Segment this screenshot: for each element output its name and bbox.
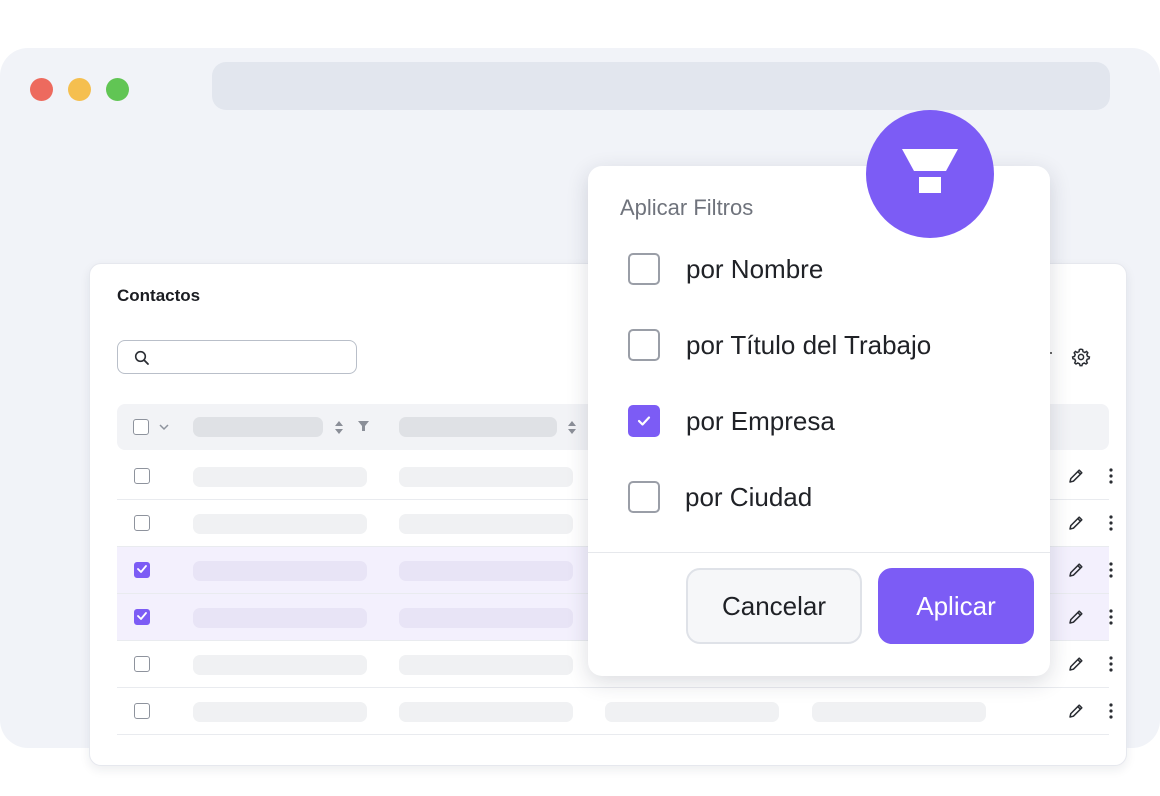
- cell-placeholder: [812, 702, 986, 722]
- cell-placeholder: [399, 655, 573, 675]
- filter-option-label: por Ciudad: [685, 482, 813, 512]
- filter-option-checkbox[interactable]: [628, 481, 660, 513]
- cell-placeholder: [193, 514, 367, 534]
- filter-option-company[interactable]: por Empresa: [628, 405, 1028, 439]
- filter-option-label: por Nombre: [686, 254, 824, 284]
- gear-icon[interactable]: [1071, 347, 1091, 367]
- filter-option-checkbox[interactable]: [628, 253, 660, 285]
- more-vertical-icon[interactable]: [1109, 656, 1113, 672]
- row-checkbox[interactable]: [134, 609, 150, 625]
- popup-title: Aplicar Filtros: [620, 195, 754, 220]
- sort-icon[interactable]: [567, 420, 577, 435]
- cell-placeholder: [605, 702, 779, 722]
- filter-icon[interactable]: [358, 421, 369, 432]
- edit-icon[interactable]: [1067, 467, 1085, 485]
- apply-button[interactable]: Aplicar: [878, 568, 1034, 644]
- filter-option-label: por Título del Trabajo: [686, 330, 932, 360]
- more-vertical-icon[interactable]: [1109, 468, 1113, 484]
- column-header-1[interactable]: [193, 417, 323, 437]
- search-input[interactable]: [117, 340, 357, 374]
- row-checkbox[interactable]: [134, 562, 150, 578]
- cell-placeholder: [399, 702, 573, 722]
- cell-placeholder: [193, 702, 367, 722]
- cell-placeholder: [399, 561, 573, 581]
- window-minimize-button[interactable]: [68, 78, 91, 101]
- more-vertical-icon[interactable]: [1109, 609, 1113, 625]
- address-bar[interactable]: [212, 62, 1110, 110]
- column-header-2[interactable]: [399, 417, 557, 437]
- window-close-button[interactable]: [30, 78, 53, 101]
- row-checkbox[interactable]: [134, 656, 150, 672]
- check-icon: [137, 612, 147, 620]
- edit-icon[interactable]: [1067, 561, 1085, 579]
- filter-badge: [866, 110, 994, 238]
- row-checkbox[interactable]: [134, 515, 150, 531]
- filter-icon: [902, 149, 958, 193]
- edit-icon[interactable]: [1067, 702, 1085, 720]
- row-checkbox[interactable]: [134, 703, 150, 719]
- popup-divider: [588, 552, 1050, 553]
- more-vertical-icon[interactable]: [1109, 703, 1113, 719]
- filter-option-job-title[interactable]: por Título del Trabajo: [628, 329, 1028, 363]
- cell-placeholder: [399, 514, 573, 534]
- cell-placeholder: [399, 467, 573, 487]
- edit-icon[interactable]: [1067, 655, 1085, 673]
- table-row[interactable]: [117, 688, 1113, 735]
- filter-option-name[interactable]: por Nombre: [628, 253, 1028, 287]
- filter-popup: Aplicar Filtros por Nombre por Título de…: [588, 166, 1050, 676]
- filter-option-checkbox[interactable]: [628, 329, 660, 361]
- cell-placeholder: [399, 608, 573, 628]
- window-maximize-button[interactable]: [106, 78, 129, 101]
- cell-placeholder: [193, 467, 367, 487]
- sort-icon[interactable]: [334, 420, 344, 435]
- edit-icon[interactable]: [1067, 514, 1085, 532]
- more-vertical-icon[interactable]: [1109, 515, 1113, 531]
- check-icon: [637, 416, 651, 426]
- cell-placeholder: [193, 561, 367, 581]
- check-icon: [137, 565, 147, 573]
- filter-option-label: por Empresa: [686, 406, 835, 436]
- row-checkbox[interactable]: [134, 468, 150, 484]
- edit-icon[interactable]: [1067, 608, 1085, 626]
- filter-option-city[interactable]: por Ciudad: [628, 481, 1028, 515]
- select-all-checkbox[interactable]: [133, 419, 149, 435]
- cancel-button[interactable]: Cancelar: [686, 568, 862, 644]
- search-icon: [134, 350, 149, 365]
- cell-placeholder: [193, 655, 367, 675]
- more-vertical-icon[interactable]: [1109, 562, 1113, 578]
- filter-option-checkbox[interactable]: [628, 405, 660, 437]
- chevron-down-icon[interactable]: [158, 421, 170, 433]
- cell-placeholder: [193, 608, 367, 628]
- page-title: Contactos: [117, 286, 201, 305]
